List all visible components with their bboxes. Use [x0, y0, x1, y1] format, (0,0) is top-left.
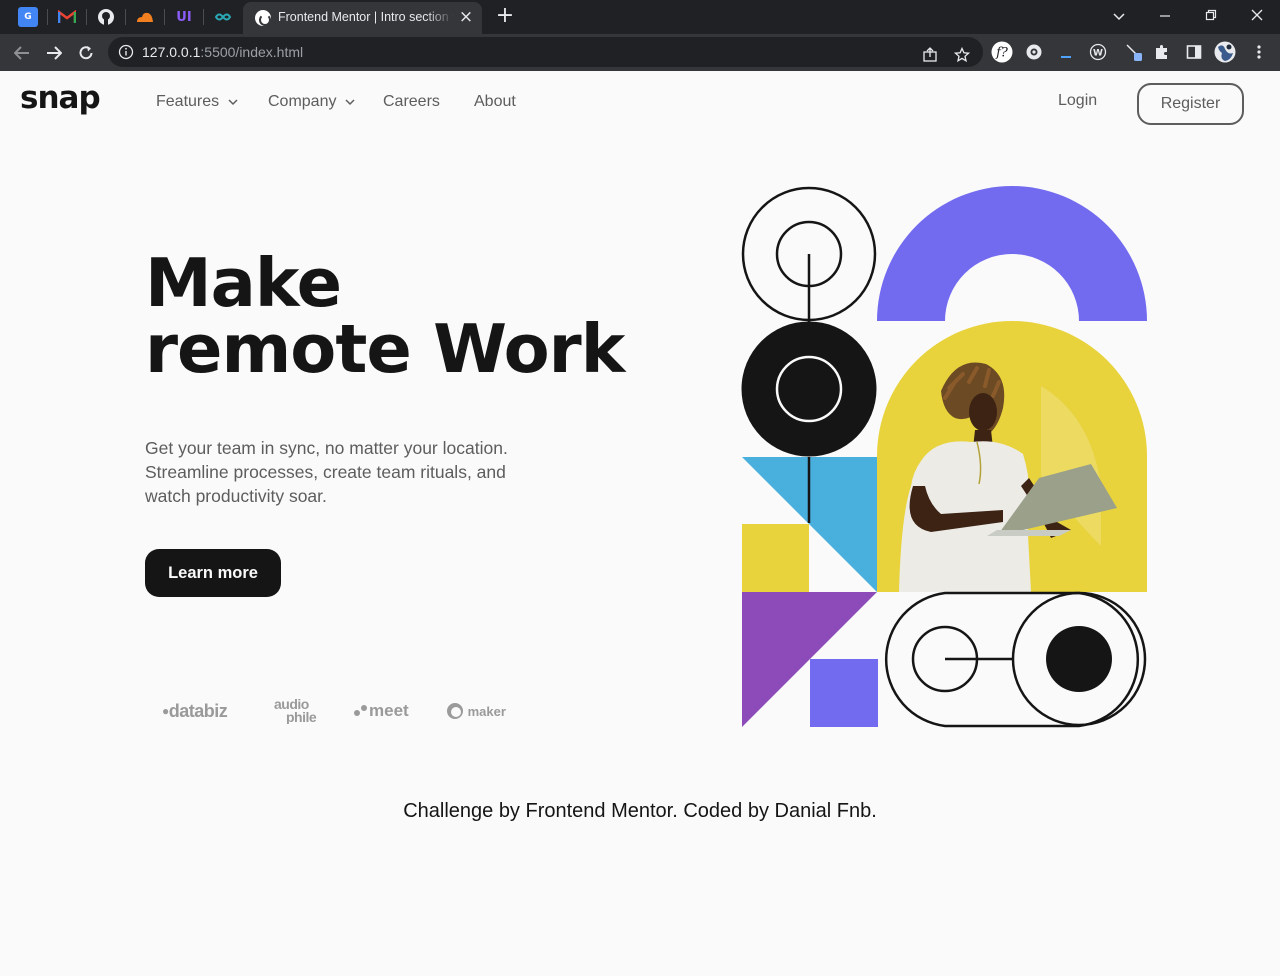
browser-tab-bar: G UI Frontend Mentor | Intro section wit… [0, 0, 1280, 34]
tab-separator [203, 9, 204, 25]
tab-separator [125, 9, 126, 25]
nav-about-label: About [474, 93, 516, 110]
client-maker-text: maker [467, 704, 506, 719]
snap-logo[interactable]: snap [20, 80, 101, 116]
picker-icon[interactable] [1122, 40, 1146, 64]
nav-features-label: Features [156, 93, 220, 110]
browser-toolbar: 127.0.0.1:5500/index.html f? W [0, 34, 1280, 71]
puzzle-icon[interactable] [1150, 40, 1174, 64]
login-link[interactable]: Login [1058, 92, 1097, 110]
frontend-mentor-favicon-icon [255, 10, 271, 26]
target-ring-shape [741, 186, 877, 322]
footer-credit: Challenge by Frontend Mentor. Coded by D… [403, 800, 877, 822]
address-bar[interactable]: 127.0.0.1:5500/index.html [108, 37, 983, 67]
client-logo-meet: meet [353, 701, 409, 721]
nav-company[interactable]: Company [268, 93, 356, 111]
codepen-icon[interactable] [213, 7, 233, 27]
hero-title-line-2: remote Work [145, 310, 625, 388]
fontninja-icon[interactable]: f? [990, 40, 1014, 64]
tab-search-icon[interactable] [1105, 4, 1133, 28]
nav-about[interactable]: About [474, 93, 516, 111]
back-icon[interactable] [10, 41, 34, 65]
restore-icon[interactable] [1197, 4, 1225, 28]
meet-dots-icon [354, 705, 367, 716]
webcache-icon[interactable]: W [1086, 40, 1110, 64]
hero-title-line-1: Make [145, 244, 342, 322]
svg-text:f?: f? [995, 46, 1009, 61]
maker-circle-icon [447, 703, 463, 719]
client-meet-text: meet [369, 701, 409, 720]
extension-icon[interactable] [1022, 40, 1046, 64]
star-icon[interactable] [950, 43, 974, 67]
reload-icon[interactable] [74, 41, 98, 65]
yellow-square-shape [742, 524, 809, 592]
man-with-laptop-illustration [877, 321, 1147, 592]
nav-features[interactable]: Features [156, 93, 238, 111]
client-logo-databiz: ●databiz [162, 701, 228, 721]
sidepanel-icon[interactable] [1182, 40, 1206, 64]
close-tab-icon[interactable]: × [457, 8, 475, 26]
purple-square-shape [810, 659, 878, 727]
tab-separator [47, 9, 48, 25]
url-path: :5500/index.html [200, 44, 304, 60]
underline-extension-icon[interactable] [1054, 40, 1078, 64]
nav-careers-label: Careers [383, 93, 440, 110]
chevron-down-icon [228, 93, 238, 111]
hero-description: Get your team in sync, no matter your lo… [145, 438, 508, 506]
cloudflare-icon[interactable] [135, 7, 155, 27]
client-databiz-text: databiz [168, 701, 228, 721]
tab-separator [164, 9, 165, 25]
close-window-icon[interactable] [1243, 4, 1271, 28]
client-logo-maker: maker [446, 702, 506, 720]
profile-avatar[interactable] [1213, 40, 1237, 64]
pill-rings-shape [885, 591, 1147, 728]
gmail-icon[interactable] [57, 7, 77, 27]
purple-arch-shape [877, 186, 1147, 321]
url-text: 127.0.0.1:5500/index.html [142, 44, 303, 60]
learn-more-button[interactable]: Learn more [145, 549, 281, 597]
hero-title: Make remote Work [145, 244, 625, 388]
uiverse-icon[interactable]: UI [174, 7, 194, 27]
svg-text:phile: phile [286, 709, 317, 724]
register-button[interactable]: Register [1137, 83, 1244, 125]
tab-separator [86, 9, 87, 25]
active-tab[interactable]: Frontend Mentor | Intro section with dro… [243, 2, 482, 34]
share-icon[interactable] [918, 43, 942, 67]
chevron-down-icon [345, 93, 356, 111]
black-ring-shape [741, 321, 877, 457]
tab-title: Frontend Mentor | Intro section with dro… [278, 10, 454, 24]
nav-company-label: Company [268, 93, 337, 110]
audiophile-logo-icon: audiophile [274, 696, 317, 725]
client-logo-audiophile: audiophile audiophile [274, 696, 326, 726]
minimize-icon[interactable] [1151, 4, 1179, 28]
site-info-icon[interactable] [118, 44, 134, 60]
new-tab-icon[interactable]: + [494, 5, 516, 27]
google-translate-icon[interactable]: G [18, 7, 38, 27]
nav-careers[interactable]: Careers [383, 93, 440, 111]
menu-icon[interactable] [1247, 40, 1271, 64]
forward-icon[interactable] [42, 41, 66, 65]
url-host: 127.0.0.1 [142, 44, 201, 60]
svg-text:W: W [1093, 49, 1103, 59]
github-icon[interactable] [96, 7, 116, 27]
hero-illustration [741, 186, 1147, 728]
